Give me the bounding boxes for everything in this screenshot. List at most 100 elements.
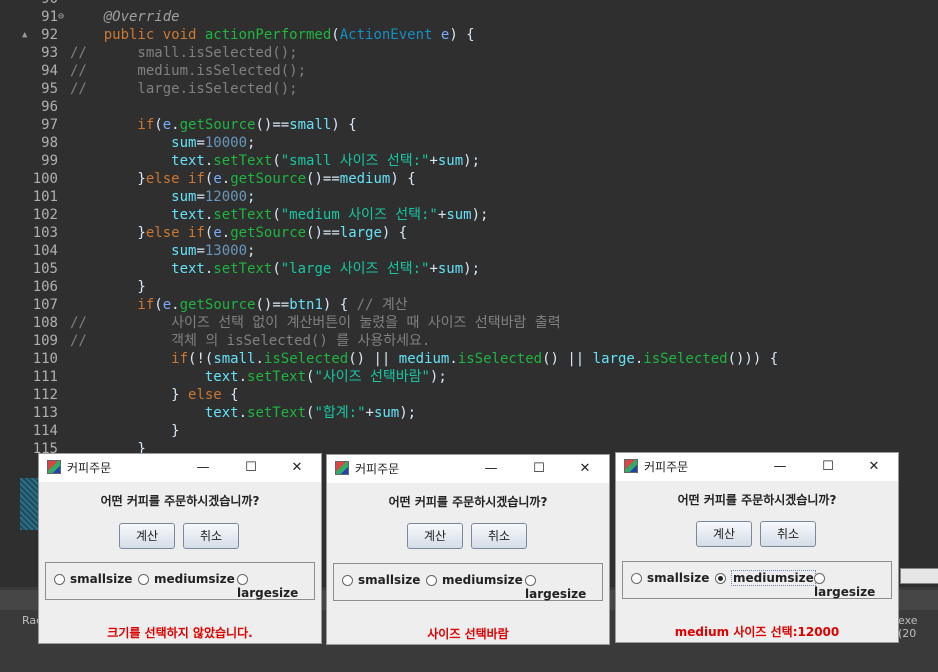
overview-ruler-marker (20, 478, 38, 530)
code-token: 10000 (204, 135, 248, 151)
radio-circle-icon (237, 574, 248, 585)
code-token: isSelected (457, 351, 543, 367)
coffee-order-dialog-1: 커피주문 — ☐ ✕ 어떤 커피를 주문하시겠습니까? 계산 취소 smalls… (38, 453, 322, 644)
line-number: 98 (41, 135, 58, 151)
fold-toggle-icon[interactable]: ⊖ (58, 8, 64, 26)
code-token: . (221, 171, 231, 187)
code-token: medium (398, 351, 450, 367)
code-text: text.setText("사이즈 선택바람"); (70, 368, 447, 386)
line-number: 102 (32, 207, 58, 223)
code-token: e (213, 171, 222, 187)
code-token: isSelected (643, 351, 728, 367)
maximize-button[interactable]: ☐ (229, 454, 273, 482)
code-token: actionPerformed (204, 27, 332, 43)
code-token: getSource (230, 171, 307, 187)
small-size-radio[interactable]: smallsize (342, 573, 420, 591)
code-token: text (70, 261, 205, 277)
calc-button[interactable]: 계산 (696, 521, 752, 547)
code-token: ) { (322, 297, 357, 313)
code-token: else (188, 387, 222, 403)
code-token: // large.isSelected(); (70, 81, 298, 97)
code-token: = (196, 243, 205, 259)
code-token: sum (437, 261, 464, 277)
code-text: } else { (70, 386, 239, 404)
code-token: () || (542, 351, 593, 367)
line-number: 92 (41, 27, 58, 43)
medium-size-radio[interactable]: mediumsize (715, 570, 816, 589)
code-token: . (238, 369, 248, 385)
code-token: getSource (179, 117, 256, 133)
code-token: ( (154, 297, 163, 313)
close-button[interactable]: ✕ (275, 454, 319, 482)
line-number: 97 (41, 117, 58, 133)
title-bar[interactable]: 커피주문 — ☐ ✕ (39, 454, 321, 482)
size-radio-group: smallsize mediumsize largesize (622, 561, 892, 599)
cancel-button[interactable]: 취소 (471, 523, 527, 549)
line-number: 111 (32, 369, 58, 385)
code-token: 13000 (204, 243, 248, 259)
calc-button[interactable]: 계산 (119, 523, 175, 549)
small-size-radio[interactable]: smallsize (54, 572, 132, 590)
code-text: text.setText("medium 사이즈 선택:"+sum); (70, 206, 488, 224)
medium-size-radio[interactable]: mediumsize (138, 572, 235, 590)
code-token: ( (272, 153, 281, 169)
close-button[interactable]: ✕ (563, 455, 607, 483)
code-token: + (365, 405, 374, 421)
cancel-button[interactable]: 취소 (183, 523, 239, 549)
minimize-button[interactable]: — (181, 454, 225, 482)
line-number: 90 (0, 0, 58, 8)
order-prompt: 어떤 커피를 주문하시겠습니까? (388, 495, 548, 509)
large-size-radio[interactable]: largesize (237, 572, 314, 600)
code-text: text.setText("large 사이즈 선택:"+sum); (70, 260, 480, 278)
cancel-button[interactable]: 취소 (760, 521, 816, 547)
minimize-button[interactable]: — (758, 453, 802, 481)
radio-circle-icon (525, 575, 536, 586)
console-scroll-button[interactable] (900, 568, 938, 584)
code-token: ())) { (727, 351, 779, 367)
close-button[interactable]: ✕ (852, 453, 896, 481)
code-token: "medium 사이즈 선택:" (280, 207, 438, 223)
code-token: ); (399, 405, 417, 421)
medium-size-radio[interactable]: mediumsize (426, 573, 523, 591)
code-token: . (255, 351, 264, 367)
minimize-button[interactable]: — (469, 455, 513, 483)
radio-circle-icon (715, 573, 726, 584)
large-size-radio[interactable]: largesize (525, 573, 602, 601)
line-number: 109 (32, 333, 58, 349)
code-token: text (70, 207, 205, 223)
small-size-radio[interactable]: smallsize (631, 571, 709, 589)
code-token: "large 사이즈 선택:" (280, 261, 430, 277)
size-radio-group: smallsize mediumsize largesize (333, 563, 603, 601)
code-token: . (171, 297, 180, 313)
code-text: if(e.getSource()==btn1) { // 계산 (70, 296, 407, 314)
window-title: 커피주문 (355, 462, 400, 476)
line-number: 110 (32, 351, 58, 367)
radio-circle-icon (342, 575, 353, 586)
line-number: 93 (41, 45, 58, 61)
code-text: // 객체 의 isSelected() 를 사용하세요. (70, 332, 430, 350)
maximize-button[interactable]: ☐ (806, 453, 850, 481)
window-title: 커피주문 (67, 461, 112, 475)
code-text: @Override (70, 8, 180, 26)
calc-button[interactable]: 계산 (407, 523, 463, 549)
code-text: // medium.isSelected(); (70, 62, 306, 80)
line-number: 106 (32, 279, 58, 295)
maximize-button[interactable]: ☐ (517, 455, 561, 483)
code-token: . (449, 351, 458, 367)
code-token: // 사이즈 선택 없이 계산버튼이 눌렸을 때 사이즈 선택바람 출력 (70, 315, 561, 331)
title-bar[interactable]: 커피주문 — ☐ ✕ (327, 455, 609, 483)
code-token: "사이즈 선택바람" (314, 369, 430, 385)
code-token: public void (70, 27, 205, 43)
code-text: // large.isSelected(); (70, 80, 298, 98)
code-token: . (171, 117, 180, 133)
title-bar[interactable]: 커피주문 — ☐ ✕ (616, 453, 898, 481)
code-token: sum (373, 405, 400, 421)
code-token: e (162, 297, 172, 313)
code-token: sum (437, 153, 464, 169)
code-token: "합계:" (314, 405, 366, 421)
code-token: sum (70, 243, 197, 259)
code-token: ( (331, 27, 340, 43)
large-size-radio[interactable]: largesize (814, 571, 891, 599)
code-token: { (221, 387, 239, 403)
code-token: setText (247, 405, 307, 421)
